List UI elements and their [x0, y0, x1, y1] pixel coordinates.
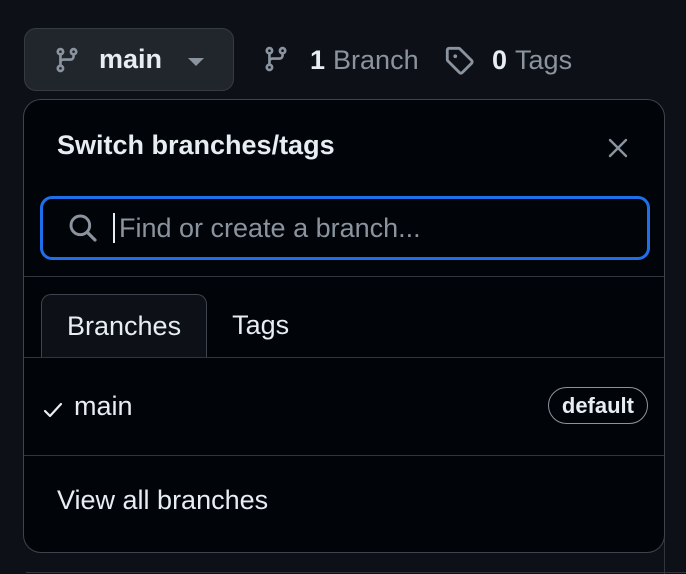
- list-divider: [24, 455, 664, 456]
- tab-branches[interactable]: Branches: [41, 294, 208, 358]
- repo-page: main 1 Branch 0 Tags Switch branches/tag…: [0, 0, 686, 574]
- git-branch-icon: [53, 46, 81, 74]
- background-file-list-edge: [664, 122, 686, 574]
- branch-name: main: [74, 391, 133, 421]
- tag-count: 0: [492, 44, 508, 75]
- branches-count-link[interactable]: 1 Branch: [262, 40, 419, 80]
- tag-count-label: Tags: [515, 44, 573, 75]
- branch-search-input[interactable]: [119, 208, 647, 248]
- tags-count-link[interactable]: 0 Tags: [444, 40, 572, 80]
- branch-selector-button[interactable]: main: [24, 28, 234, 91]
- default-branch-badge: default: [547, 387, 648, 424]
- current-branch-label: main: [99, 44, 163, 74]
- search-icon: [67, 212, 99, 244]
- branch-tag-tabs: Branches Tags: [41, 294, 314, 358]
- close-dropdown-button[interactable]: [606, 136, 630, 160]
- branch-count: 1: [310, 44, 326, 75]
- branch-list-item[interactable]: main default: [24, 358, 664, 455]
- check-icon: [42, 399, 64, 421]
- branch-count-label: Branch: [333, 44, 419, 75]
- text-cursor: [113, 213, 115, 243]
- x-icon: [608, 138, 628, 158]
- search-divider: [24, 276, 664, 277]
- tab-tags[interactable]: Tags: [207, 294, 314, 357]
- view-all-branches-link[interactable]: View all branches: [57, 485, 268, 516]
- git-branch-icon: [262, 45, 292, 75]
- dropdown-title: Switch branches/tags: [57, 130, 335, 160]
- branch-switcher-dropdown: Switch branches/tags Branches Tags: [23, 99, 665, 553]
- triangle-down-icon: [188, 57, 205, 66]
- background-divider: [26, 572, 686, 573]
- tag-icon: [444, 45, 474, 75]
- branch-search-field[interactable]: [40, 196, 650, 260]
